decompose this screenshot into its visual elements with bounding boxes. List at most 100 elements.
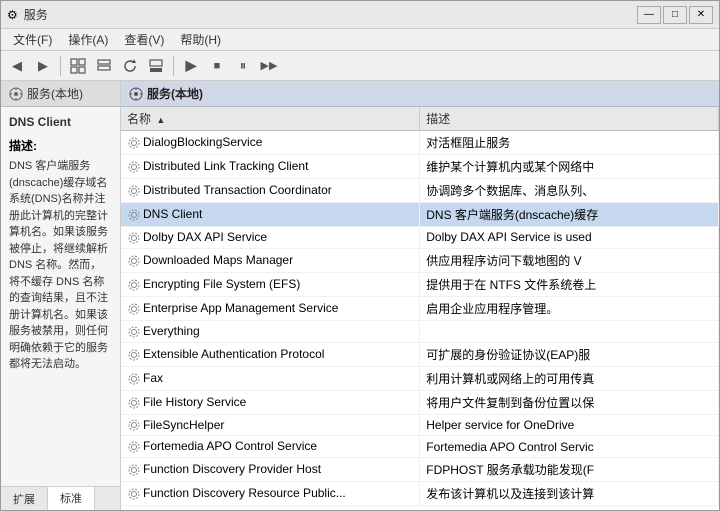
service-name-cell: File History Service — [121, 390, 420, 414]
tab-standard[interactable]: 标准 — [48, 487, 95, 510]
table-row[interactable]: Fortemedia APO Control ServiceFortemedia… — [121, 436, 719, 458]
service-name-cell: DialogBlockingService — [121, 131, 420, 155]
services-table-container[interactable]: 名称 ▲ 描述 DialogBlockingService对活框阻止服务 Dis… — [121, 107, 719, 510]
table-row[interactable]: File History Service将用户文件复制到备份位置以保 — [121, 390, 719, 414]
left-panel-header: 服务(本地) — [1, 81, 120, 107]
tabs-bottom: 扩展 标准 — [1, 486, 120, 510]
back-button[interactable]: ◀ — [5, 54, 29, 78]
table-row[interactable]: Dolby DAX API ServiceDolby DAX API Servi… — [121, 227, 719, 249]
forward-button[interactable]: ▶ — [31, 54, 55, 78]
services-icon — [9, 87, 23, 101]
table-row[interactable]: Enterprise App Management Service启用企业应用程… — [121, 296, 719, 320]
gear-icon — [127, 396, 141, 410]
toolbar-btn-export[interactable]: ▶ — [179, 54, 203, 78]
maximize-button[interactable]: □ — [663, 6, 687, 24]
tab-expand[interactable]: 扩展 — [1, 487, 48, 510]
service-name: DNS Client — [9, 115, 112, 129]
gear-icon — [127, 302, 141, 316]
gear-icon — [127, 418, 141, 432]
right-header: 服务(本地) — [121, 81, 719, 107]
toolbar-btn-3[interactable] — [144, 54, 168, 78]
menu-help[interactable]: 帮助(H) — [172, 29, 229, 50]
service-desc-cell: 发布该计算机以及连接到该计算 — [420, 482, 719, 506]
table-row[interactable]: Function Discovery Provider HostFDPHOST … — [121, 458, 719, 482]
table-row[interactable]: Distributed Link Tracking Client维护某个计算机内… — [121, 155, 719, 179]
service-desc-cell: 启用企业应用程序管理。 — [420, 296, 719, 320]
service-desc-cell: Dolby DAX API Service is used — [420, 227, 719, 249]
table-row[interactable]: Everything — [121, 320, 719, 342]
gear-icon — [127, 463, 141, 477]
main-window: ⚙ 服务 — □ ✕ 文件(F) 操作(A) 查看(V) 帮助(H) ◀ ▶ — [0, 0, 720, 511]
toolbar-separator-2 — [173, 56, 174, 76]
right-panel-title: 服务(本地) — [147, 85, 203, 102]
service-description: DNS 客户端服务(dnscache)缓存域名系统(DNS)名称并注册此计算机的… — [9, 158, 112, 373]
sort-arrow-name: ▲ — [156, 115, 165, 125]
app-icon: ⚙ — [7, 8, 18, 22]
minimize-button[interactable]: — — [637, 6, 661, 24]
toolbar-btn-2[interactable] — [92, 54, 116, 78]
table-row[interactable]: DNS ClientDNS 客户端服务(dnscache)缓存 — [121, 203, 719, 227]
gear-icon — [127, 254, 141, 268]
gear-icon — [127, 136, 141, 150]
service-name-cell: Encrypting File System (EFS) — [121, 272, 420, 296]
table-row[interactable]: Extensible Authentication Protocol可扩展的身份… — [121, 342, 719, 366]
table-row[interactable]: Encrypting File System (EFS)提供用于在 NTFS 文… — [121, 272, 719, 296]
table-row[interactable]: Downloaded Maps Manager供应用程序访问下载地图的 V — [121, 248, 719, 272]
close-button[interactable]: ✕ — [689, 6, 713, 24]
service-desc-cell: 对活框阻止服务 — [420, 131, 719, 155]
service-desc-cell: Helper service for OneDrive — [420, 414, 719, 436]
gear-icon — [127, 184, 141, 198]
gear-icon — [127, 487, 141, 501]
toolbar-btn-stop[interactable]: ■ — [205, 54, 229, 78]
menu-action[interactable]: 操作(A) — [60, 29, 116, 50]
services-table: 名称 ▲ 描述 DialogBlockingService对活框阻止服务 Dis… — [121, 107, 719, 506]
main-area: 服务(本地) DNS Client 描述: DNS 客户端服务(dnscache… — [1, 81, 719, 510]
service-name-cell: Enterprise App Management Service — [121, 296, 420, 320]
gear-icon — [127, 372, 141, 386]
left-content: DNS Client 描述: DNS 客户端服务(dnscache)缓存域名系统… — [1, 107, 120, 486]
toolbar: ◀ ▶ ▶ ■ ⏸ ▶▶ — [1, 51, 719, 81]
table-row[interactable]: DialogBlockingService对活框阻止服务 — [121, 131, 719, 155]
toolbar-btn-1[interactable] — [66, 54, 90, 78]
title-bar-left: ⚙ 服务 — [7, 6, 48, 23]
service-desc-cell: FDPHOST 服务承载功能发现(F — [420, 458, 719, 482]
service-desc-cell: 利用计算机或网络上的可用传真 — [420, 366, 719, 390]
col-header-desc[interactable]: 描述 — [420, 107, 719, 131]
menu-file[interactable]: 文件(F) — [5, 29, 60, 50]
service-name-cell: Dolby DAX API Service — [121, 227, 420, 249]
toolbar-separator-1 — [60, 56, 61, 76]
title-bar-buttons: — □ ✕ — [637, 6, 713, 24]
toolbar-btn-pause[interactable]: ⏸ — [231, 54, 255, 78]
gear-icon — [127, 160, 141, 174]
table-row[interactable]: Function Discovery Resource Public...发布该… — [121, 482, 719, 506]
col-header-name[interactable]: 名称 ▲ — [121, 107, 420, 131]
table-row[interactable]: Fax利用计算机或网络上的可用传真 — [121, 366, 719, 390]
left-panel: 服务(本地) DNS Client 描述: DNS 客户端服务(dnscache… — [1, 81, 121, 510]
service-desc-cell: 将用户文件复制到备份位置以保 — [420, 390, 719, 414]
service-desc-cell: 可扩展的身份验证协议(EAP)服 — [420, 342, 719, 366]
service-desc-cell: DNS 客户端服务(dnscache)缓存 — [420, 203, 719, 227]
service-name-cell: Function Discovery Resource Public... — [121, 482, 420, 506]
right-panel: 服务(本地) 名称 ▲ 描述 — [121, 81, 719, 510]
service-name-cell: Extensible Authentication Protocol — [121, 342, 420, 366]
table-body: DialogBlockingService对活框阻止服务 Distributed… — [121, 131, 719, 506]
service-name-cell: Fortemedia APO Control Service — [121, 436, 420, 458]
desc-label: 描述: — [9, 137, 112, 154]
service-name-cell: Function Discovery Provider Host — [121, 458, 420, 482]
table-row[interactable]: Distributed Transaction Coordinator协调跨多个… — [121, 179, 719, 203]
table-row[interactable]: FileSyncHelperHelper service for OneDriv… — [121, 414, 719, 436]
gear-icon — [127, 440, 141, 454]
menu-view[interactable]: 查看(V) — [116, 29, 172, 50]
menu-bar: 文件(F) 操作(A) 查看(V) 帮助(H) — [1, 29, 719, 51]
toolbar-btn-restart[interactable]: ▶▶ — [257, 54, 281, 78]
service-name-cell: Distributed Transaction Coordinator — [121, 179, 420, 203]
gear-icon — [127, 348, 141, 362]
gear-icon — [127, 278, 141, 292]
gear-icon — [127, 208, 141, 222]
service-desc-cell: Fortemedia APO Control Servic — [420, 436, 719, 458]
gear-icon — [127, 231, 141, 245]
service-desc-cell: 提供用于在 NTFS 文件系统卷上 — [420, 272, 719, 296]
refresh-button[interactable] — [118, 54, 142, 78]
service-desc-cell: 协调跨多个数据库、消息队列、 — [420, 179, 719, 203]
right-header-icon — [129, 87, 143, 101]
